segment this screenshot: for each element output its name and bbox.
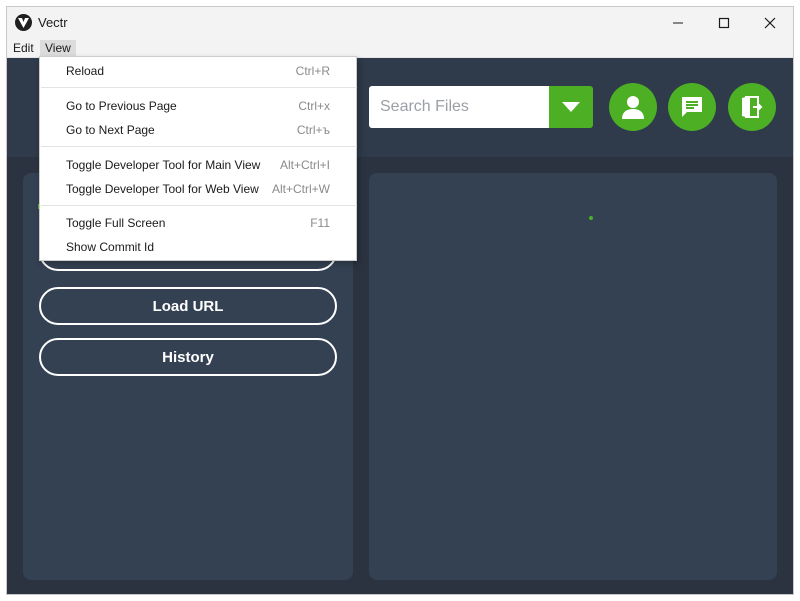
account-button[interactable]: [609, 83, 657, 131]
menu-item-shortcut: Alt+Ctrl+I: [279, 158, 330, 172]
minimize-button[interactable]: [655, 7, 701, 39]
chat-icon: [682, 97, 702, 117]
menu-view[interactable]: View: [40, 40, 76, 56]
menu-item-shortcut: Ctrl+ъ: [296, 123, 330, 137]
maximize-icon: [718, 17, 730, 29]
vectr-logo-icon: [15, 14, 32, 31]
search-box: [369, 86, 549, 128]
search-filter-dropdown-button[interactable]: [549, 86, 593, 128]
logout-button[interactable]: [728, 83, 776, 131]
menu-item-shortcut: Alt+Ctrl+W: [271, 182, 330, 196]
history-button[interactable]: History: [39, 338, 337, 376]
menu-item-shortcut: Ctrl+R: [295, 64, 330, 78]
minimize-icon: [673, 22, 683, 24]
view-menu-dropdown: Reload Ctrl+R Go to Previous Page Ctrl+x…: [39, 56, 357, 261]
menu-item-devtools-web[interactable]: Toggle Developer Tool for Web View Alt+C…: [40, 178, 356, 200]
menu-item-previous-page[interactable]: Go to Previous Page Ctrl+x: [40, 95, 356, 117]
menu-separator: [41, 205, 357, 206]
menu-separator: [41, 87, 357, 88]
menu-item-next-page[interactable]: Go to Next Page Ctrl+ъ: [40, 119, 356, 141]
close-button[interactable]: [747, 7, 793, 39]
menu-item-label: Go to Previous Page: [66, 99, 177, 113]
menu-item-label: Toggle Developer Tool for Main View: [66, 158, 261, 172]
close-icon: [764, 17, 776, 29]
chat-button[interactable]: [668, 83, 716, 131]
menu-item-show-commit-id[interactable]: Show Commit Id: [40, 236, 356, 258]
logout-icon: [742, 96, 763, 118]
menu-item-shortcut: Ctrl+x: [298, 99, 330, 113]
search-input[interactable]: [369, 86, 540, 128]
loading-dot: [589, 216, 593, 220]
menu-separator: [41, 146, 357, 147]
menu-item-label: Reload: [66, 64, 105, 78]
window-title: Vectr: [38, 15, 68, 30]
menu-item-devtools-main[interactable]: Toggle Developer Tool for Main View Alt+…: [40, 154, 356, 176]
menu-item-label: Toggle Full Screen: [66, 216, 166, 230]
title-bar: Vectr: [7, 7, 793, 39]
file-view-panel: [369, 173, 777, 580]
caret-down-icon: [562, 102, 580, 112]
menu-item-label: Show Commit Id: [66, 240, 155, 254]
menu-edit[interactable]: Edit: [8, 40, 39, 56]
menu-item-label: Toggle Developer Tool for Web View: [66, 182, 259, 196]
menu-item-shortcut: F11: [310, 216, 330, 230]
maximize-button[interactable]: [701, 7, 747, 39]
load-url-button[interactable]: Load URL: [39, 287, 337, 325]
account-icon: [622, 96, 644, 119]
menu-item-reload[interactable]: Reload Ctrl+R: [40, 60, 356, 82]
menu-item-label: Go to Next Page: [66, 123, 155, 137]
menu-item-full-screen[interactable]: Toggle Full Screen F11: [40, 212, 356, 234]
